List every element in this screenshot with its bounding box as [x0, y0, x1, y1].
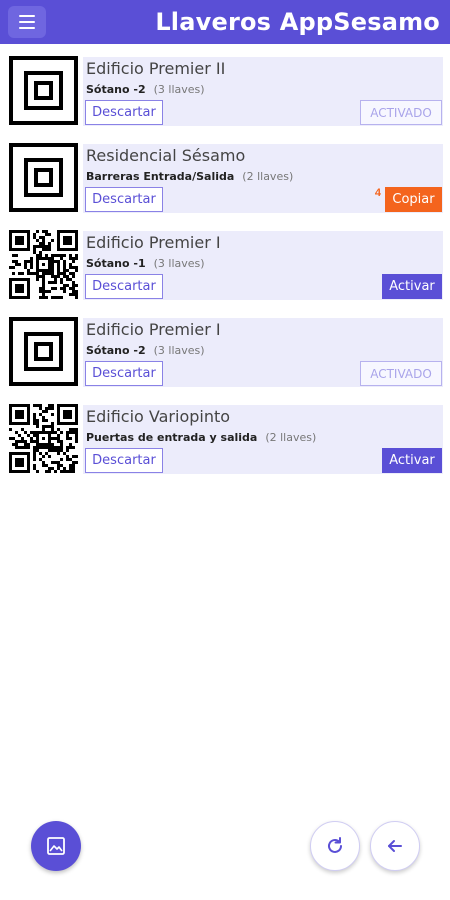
refresh-icon	[328, 837, 342, 853]
keychain-card: Edificio Premier I Sótano -1 (3 llaves) Des…	[83, 231, 443, 300]
activated-status: ACTIVADO	[360, 361, 442, 386]
activated-status: ACTIVADO	[360, 100, 442, 125]
activate-button[interactable]: Activar	[382, 274, 442, 299]
keychain-card: Edificio Premier II Sótano -2 (3 llaves) De…	[83, 57, 443, 126]
keychain-location: Barreras Entrada/Salida	[86, 170, 235, 183]
keychain-key-count: (3 llaves)	[153, 344, 205, 357]
discard-button[interactable]: Descartar	[85, 274, 163, 299]
keychain-location: Sótano -2	[86, 83, 146, 96]
keychain-row: Edificio Premier I Sótano -2 (3 llaves) Des…	[0, 317, 450, 404]
keychain-placeholder-icon[interactable]	[9, 317, 78, 386]
copy-button[interactable]: Copiar	[385, 187, 442, 212]
image-icon	[47, 837, 65, 855]
top-app-bar: Llaveros AppSesamo	[0, 0, 450, 44]
discard-button[interactable]: Descartar	[85, 100, 163, 125]
discard-button[interactable]: Descartar	[85, 361, 163, 386]
keychain-key-count: (2 llaves)	[242, 170, 294, 183]
refresh-button[interactable]	[310, 821, 360, 871]
keychain-details: Sótano -2 (3 llaves)	[86, 83, 205, 96]
keychain-name: Edificio Premier II	[86, 59, 226, 78]
discard-button[interactable]: Descartar	[85, 187, 163, 212]
keychain-location: Puertas de entrada y salida	[86, 431, 258, 444]
copy-count-badge: 4	[374, 187, 381, 199]
keychain-row: Edificio Variopinto Puertas de entrada y …	[0, 404, 450, 491]
activate-button[interactable]: Activar	[382, 448, 442, 473]
keychain-details: Barreras Entrada/Salida (2 llaves)	[86, 170, 293, 183]
image-button[interactable]	[31, 821, 81, 871]
keychain-name: Edificio Premier I	[86, 233, 221, 252]
keychain-details: Puertas de entrada y salida (2 llaves)	[86, 431, 316, 444]
keychain-list: Edificio Premier II Sótano -2 (3 llaves) De…	[0, 56, 450, 491]
discard-button[interactable]: Descartar	[85, 448, 163, 473]
keychain-details: Sótano -1 (3 llaves)	[86, 257, 205, 270]
keychain-row: Edificio Premier II Sótano -2 (3 llaves) De…	[0, 56, 450, 143]
menu-icon[interactable]	[8, 6, 46, 38]
keychain-placeholder-icon[interactable]	[9, 143, 78, 212]
keychain-row: Residencial Sésamo Barreras Entrada/Salid…	[0, 143, 450, 230]
keychain-details: Sótano -2 (3 llaves)	[86, 344, 205, 357]
arrow-left-icon	[388, 840, 402, 852]
keychain-name: Edificio Premier I	[86, 320, 221, 339]
page-title: Llaveros AppSesamo	[155, 8, 440, 36]
keychain-name: Edificio Variopinto	[86, 407, 231, 426]
qr-code-image[interactable]	[9, 404, 78, 473]
keychain-card: Residencial Sésamo Barreras Entrada/Salid…	[83, 144, 443, 213]
keychain-row: Edificio Premier I Sótano -1 (3 llaves) Des…	[0, 230, 450, 317]
keychain-card: Edificio Variopinto Puertas de entrada y …	[83, 405, 443, 474]
qr-code-image[interactable]	[9, 230, 78, 299]
keychain-card: Edificio Premier I Sótano -2 (3 llaves) Des…	[83, 318, 443, 387]
keychain-location: Sótano -2	[86, 344, 146, 357]
keychain-placeholder-icon[interactable]	[9, 56, 78, 125]
keychain-key-count: (2 llaves)	[265, 431, 317, 444]
keychain-key-count: (3 llaves)	[153, 257, 205, 270]
back-button[interactable]	[370, 821, 420, 871]
keychain-name: Residencial Sésamo	[86, 146, 246, 165]
keychain-location: Sótano -1	[86, 257, 146, 270]
keychain-key-count: (3 llaves)	[153, 83, 205, 96]
